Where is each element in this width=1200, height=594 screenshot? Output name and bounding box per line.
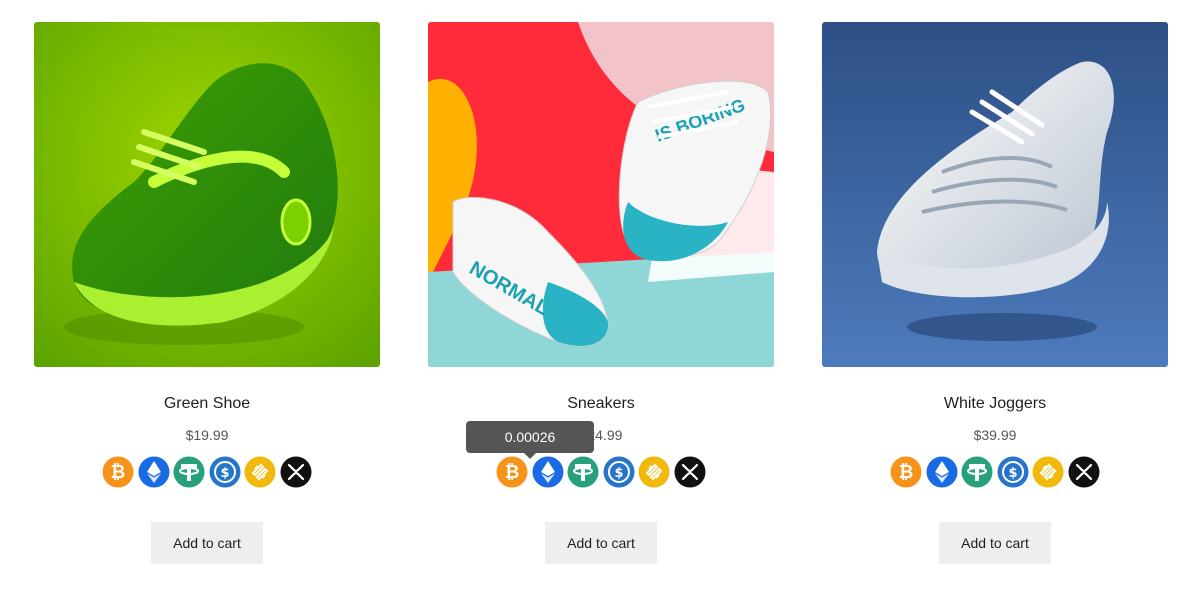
usd-coin-icon[interactable]: $ — [997, 456, 1029, 488]
crypto-price-tooltip: 0.00026 — [466, 421, 594, 459]
bitcoin-icon[interactable]: ₿ — [890, 456, 922, 488]
add-to-cart-button[interactable]: Add to cart — [545, 522, 657, 564]
binance-usd-icon[interactable] — [244, 456, 276, 488]
product-title[interactable]: White Joggers — [822, 394, 1168, 414]
add-to-cart-button[interactable]: Add to cart — [939, 522, 1051, 564]
product-card-sneakers: NORMAL IS BORING Sneakers $24.99 ₿ $ Add … — [428, 22, 774, 564]
binance-usd-icon[interactable] — [1032, 456, 1064, 488]
xrp-icon[interactable] — [674, 456, 706, 488]
bitcoin-icon[interactable]: ₿ — [102, 456, 134, 488]
tether-icon[interactable] — [567, 456, 599, 488]
xrp-icon[interactable] — [1068, 456, 1100, 488]
svg-text:₿: ₿ — [111, 462, 126, 483]
svg-text:$: $ — [220, 466, 229, 481]
tether-icon[interactable] — [173, 456, 205, 488]
xrp-icon[interactable] — [280, 456, 312, 488]
product-image-sneakers[interactable]: NORMAL IS BORING — [428, 22, 774, 367]
svg-text:$: $ — [1008, 466, 1017, 481]
product-image-white-joggers[interactable] — [822, 22, 1168, 367]
add-to-cart-button[interactable]: Add to cart — [151, 522, 263, 564]
ethereum-icon[interactable] — [138, 456, 170, 488]
crypto-price-icons: ₿ $ — [822, 456, 1168, 490]
svg-text:$: $ — [614, 466, 623, 481]
product-card-green-shoe: Green Shoe $19.99 ₿ $ Add to cart — [34, 22, 380, 564]
bitcoin-icon[interactable]: ₿ — [496, 456, 528, 488]
product-title[interactable]: Green Shoe — [34, 394, 380, 414]
crypto-price-icons: ₿ $ — [34, 456, 380, 490]
product-card-white-joggers: White Joggers $39.99 ₿ $ Add to cart — [822, 22, 1168, 564]
product-image-green-shoe[interactable] — [34, 22, 380, 367]
product-price: $39.99 — [973, 427, 1017, 443]
usd-coin-icon[interactable]: $ — [209, 456, 241, 488]
usd-coin-icon[interactable]: $ — [603, 456, 635, 488]
crypto-price-icons: ₿ $ — [428, 456, 774, 490]
svg-text:₿: ₿ — [505, 462, 520, 483]
product-title[interactable]: Sneakers — [428, 394, 774, 414]
binance-usd-icon[interactable] — [638, 456, 670, 488]
ethereum-icon[interactable] — [926, 456, 958, 488]
tether-icon[interactable] — [961, 456, 993, 488]
ethereum-icon[interactable] — [532, 456, 564, 488]
product-price: $19.99 — [185, 427, 229, 443]
svg-text:₿: ₿ — [899, 462, 914, 483]
